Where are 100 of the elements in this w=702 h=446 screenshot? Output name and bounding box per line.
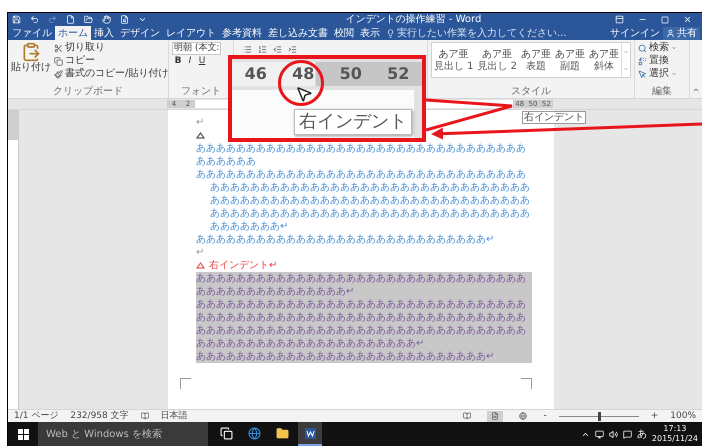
restore-icon[interactable] bbox=[661, 16, 669, 24]
margin-corner-mark bbox=[180, 378, 191, 389]
ribbon-tab[interactable]: レイアウト bbox=[163, 26, 219, 40]
font-name-field[interactable]: 明朝 (本文: bbox=[172, 42, 222, 55]
group-label: フォント bbox=[181, 86, 221, 97]
scissors-icon bbox=[54, 44, 63, 52]
hand-icon[interactable] bbox=[102, 15, 111, 24]
collapse-ribbon-icon[interactable] bbox=[692, 86, 700, 94]
style-item[interactable]: あア亜 斜体 bbox=[587, 43, 621, 77]
format-button[interactable]: I bbox=[184, 56, 196, 67]
ribbon-tab[interactable]: ホーム bbox=[55, 26, 91, 40]
style-item[interactable]: あア亜 見出し 2 bbox=[475, 43, 519, 77]
taskbar-app[interactable] bbox=[298, 422, 322, 446]
paragraph-text: あああああああああああああああああああああああああああああ↵ bbox=[196, 233, 496, 246]
language-indicator[interactable]: 日本語 bbox=[160, 410, 188, 422]
ruler-number: 50 bbox=[340, 64, 362, 84]
ribbon-tab[interactable]: 参考資料 bbox=[219, 26, 265, 40]
folder-icon[interactable] bbox=[84, 15, 93, 24]
new-document-icon[interactable] bbox=[66, 15, 75, 24]
style-item[interactable]: あア亜 表題 bbox=[519, 43, 553, 77]
notification-icon[interactable] bbox=[622, 430, 632, 438]
task-view-icon bbox=[220, 426, 232, 440]
paragraph-text: あああああああああああああああああああああああああああああ↵ bbox=[196, 350, 532, 363]
clipboard-command[interactable]: 切り取り bbox=[54, 42, 168, 54]
zoom-thumb[interactable] bbox=[598, 412, 601, 420]
replace-icon bbox=[638, 56, 647, 66]
person-icon bbox=[666, 28, 675, 38]
ribbon-tab[interactable]: 挿入 bbox=[91, 26, 117, 40]
network-icon[interactable] bbox=[594, 430, 604, 438]
ribbon-tab[interactable]: デザイン bbox=[117, 26, 163, 40]
paragraph-mark: ↵ bbox=[196, 116, 204, 129]
style-item[interactable]: あア亜 見出し 1 bbox=[432, 43, 476, 77]
margin-corner-mark bbox=[521, 378, 532, 389]
speaker-icon[interactable] bbox=[608, 430, 618, 438]
zoom-level[interactable]: 100% bbox=[670, 410, 696, 422]
windows-logo-icon bbox=[18, 428, 28, 440]
clipboard-icon bbox=[21, 42, 41, 62]
numbered-list-icon[interactable] bbox=[258, 45, 267, 54]
paragraph-text: あああああああああああああああああああああああああああああああああああああああああああああああああああああああああああああああああああああああああああああああああああああああああああああああああああああああああああああああああああああああああ↵ bbox=[196, 298, 532, 350]
clock-time[interactable]: 17:13 bbox=[663, 424, 686, 434]
editing-command[interactable]: 置換 bbox=[638, 55, 677, 67]
ribbon-tab[interactable]: 表示 bbox=[357, 26, 383, 40]
bullet-list-icon[interactable] bbox=[243, 45, 252, 54]
paragraph-mark: ↵ bbox=[196, 246, 204, 259]
window-title: インデントの操作練習 - Word bbox=[344, 14, 482, 26]
copy-icon bbox=[54, 56, 63, 66]
group-label: 編集 bbox=[652, 86, 672, 97]
view-button[interactable] bbox=[487, 410, 504, 422]
ribbon-tab[interactable]: ファイル bbox=[9, 26, 55, 40]
tooltip: 右インデント bbox=[522, 111, 586, 124]
sign-in-link[interactable]: サインイン bbox=[607, 26, 663, 40]
caret-icon bbox=[671, 71, 677, 77]
editing-command[interactable]: 選択 bbox=[638, 68, 677, 80]
page-count[interactable]: 1/1 ページ bbox=[14, 410, 58, 422]
ribbon-options-icon[interactable] bbox=[615, 15, 624, 24]
style-item[interactable]: あア亜 副題 bbox=[553, 43, 587, 77]
decrease-indent-icon[interactable] bbox=[273, 45, 282, 54]
increase-indent-icon[interactable] bbox=[288, 45, 297, 54]
caret-icon[interactable] bbox=[138, 15, 147, 24]
search-icon bbox=[638, 44, 647, 52]
save-icon[interactable] bbox=[12, 15, 21, 24]
paragraph-text: あああああああああああああああああああああああああああああああああああああああ bbox=[196, 142, 527, 168]
word-count[interactable]: 232/958 文字 bbox=[70, 410, 129, 422]
paste-button[interactable]: 貼り付け bbox=[11, 42, 51, 86]
print-preview-icon[interactable] bbox=[120, 15, 129, 24]
zoom-out-button[interactable]: - bbox=[543, 410, 547, 422]
paintbrush-icon bbox=[54, 70, 63, 78]
close-icon[interactable] bbox=[683, 15, 692, 24]
lightbulb-icon bbox=[386, 28, 395, 38]
group-label: スタイル bbox=[510, 86, 551, 97]
ruler-number: 46 bbox=[244, 64, 267, 84]
folder-icon bbox=[276, 426, 288, 440]
zoom-in-button[interactable]: + bbox=[650, 410, 658, 422]
clipboard-command[interactable]: 書式のコピー/貼り付け bbox=[54, 68, 168, 80]
editing-command[interactable]: 検索 bbox=[638, 42, 677, 54]
document-app-icon bbox=[304, 426, 316, 440]
ribbon-tab[interactable]: 差し込み文書 bbox=[265, 26, 331, 40]
tooltip: 右インデント bbox=[294, 109, 412, 135]
book-icon bbox=[463, 412, 472, 420]
clock-date[interactable]: 2015/11/24 bbox=[652, 434, 698, 444]
format-button[interactable]: U bbox=[196, 56, 208, 67]
globe-icon bbox=[519, 412, 528, 420]
heading-text: 右インデント↵ bbox=[209, 259, 278, 272]
pointer-icon bbox=[638, 70, 647, 78]
clipboard-command[interactable]: コピー bbox=[54, 55, 168, 67]
ribbon-tab[interactable]: 校閲 bbox=[331, 26, 357, 40]
tell-me-field[interactable]: 実行したい作業を入力してください... bbox=[386, 26, 567, 40]
share-button[interactable]: 共有 bbox=[663, 26, 700, 40]
ruler-number: 48 bbox=[292, 64, 314, 84]
search-field[interactable]: Web と Windows を検索 bbox=[38, 422, 208, 446]
ruler-number: 52 bbox=[387, 64, 410, 84]
proofing-icon[interactable] bbox=[140, 412, 149, 420]
paragraph-text: ああああああああああああああああああああああああああああああああああああああああああああああああああああああああああああああああああああああああああああああああああああああああああああああああああああああああああああああああああああああああああああああああああああああああ↵ bbox=[196, 168, 531, 233]
ime-indicator[interactable]: あ bbox=[636, 427, 647, 441]
collapse-icon[interactable] bbox=[196, 132, 205, 139]
undo-icon[interactable] bbox=[30, 15, 39, 24]
format-button[interactable]: B bbox=[172, 56, 184, 67]
caret-icon bbox=[671, 45, 677, 51]
paragraph-text: ああああああああああああああああああああああああああああああああああああああああああああああああ↵ bbox=[196, 272, 532, 298]
page-icon bbox=[491, 412, 500, 420]
